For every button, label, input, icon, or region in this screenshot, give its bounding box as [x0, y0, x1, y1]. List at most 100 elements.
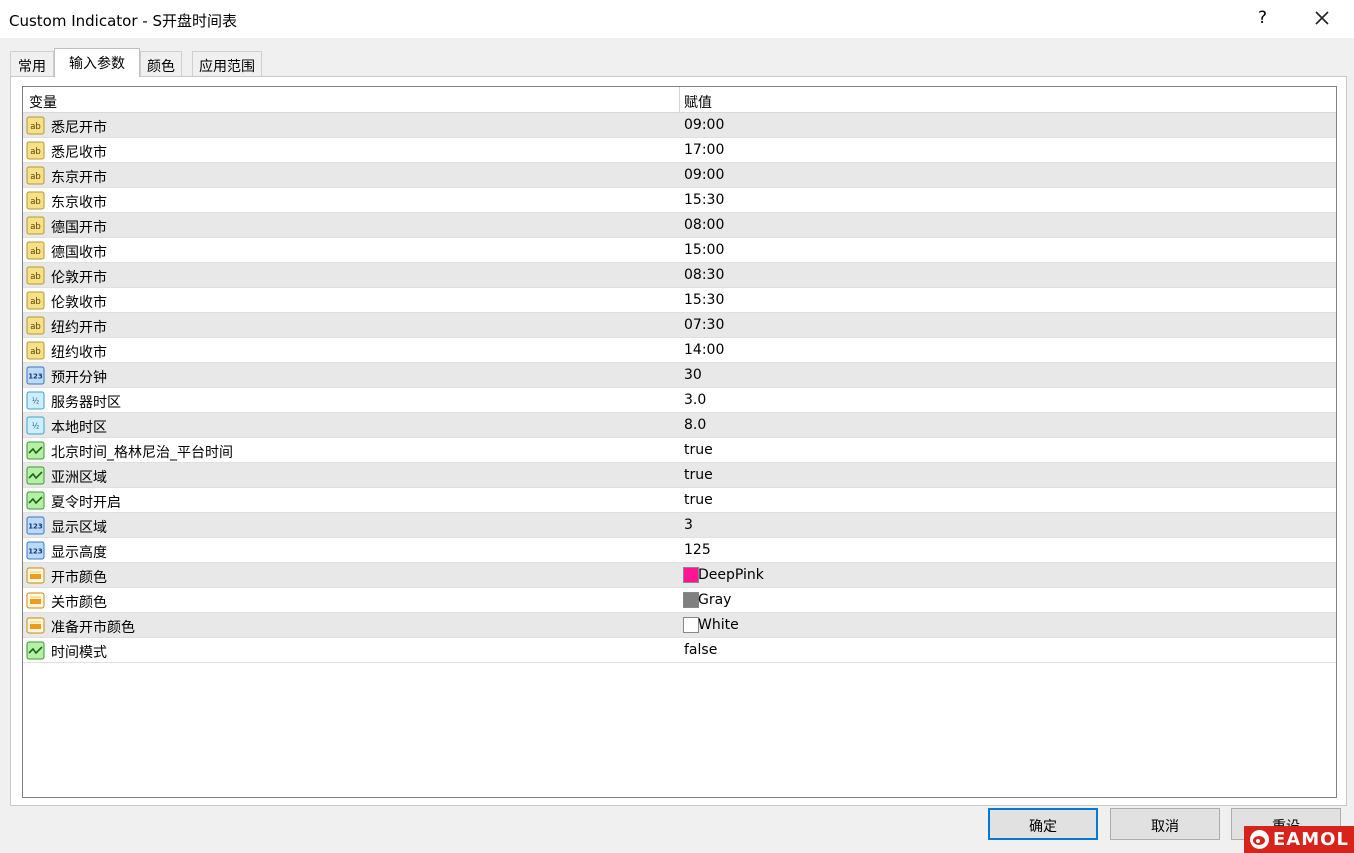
weibo-icon — [1250, 830, 1269, 849]
tab-colors[interactable]: 颜色 — [140, 51, 182, 76]
variable-name: 夏令时开启 — [51, 495, 121, 511]
color-swatch[interactable] — [683, 592, 699, 608]
variable-value[interactable]: true — [684, 442, 713, 458]
bool-type-icon — [26, 641, 45, 660]
color-swatch[interactable] — [683, 567, 699, 583]
variable-value[interactable]: 08:00 — [684, 217, 724, 233]
variable-value[interactable]: 15:00 — [684, 242, 724, 258]
table-row[interactable]: ab 悉尼开市 09:00 — [23, 113, 1336, 138]
bool-type-icon — [26, 466, 45, 485]
table-row[interactable]: ab 东京开市 09:00 — [23, 163, 1336, 188]
variable-name: 伦敦收市 — [51, 295, 107, 311]
variable-value[interactable]: 08:30 — [684, 267, 724, 283]
variable-value[interactable]: false — [684, 642, 717, 658]
eamol-watermark: EAMOL — [1244, 826, 1354, 853]
table-row[interactable]: ab 德国收市 15:00 — [23, 238, 1336, 263]
svg-text:123: 123 — [28, 523, 43, 531]
table-row[interactable]: ab 纽约收市 14:00 — [23, 338, 1336, 363]
variable-value[interactable]: 14:00 — [684, 342, 724, 358]
variable-value[interactable]: 30 — [684, 367, 702, 383]
table-row[interactable]: 123 显示高度 125 — [23, 538, 1336, 563]
tab-visualization[interactable]: 应用范围 — [192, 51, 262, 76]
column-header-variable[interactable]: 变量 — [29, 92, 57, 112]
table-row[interactable]: 准备开市颜色 White — [23, 613, 1336, 638]
integer-type-icon: 123 — [26, 541, 45, 560]
table-row[interactable]: 开市颜色 DeepPink — [23, 563, 1336, 588]
svg-text:ab: ab — [30, 272, 41, 282]
variable-value[interactable]: 17:00 — [684, 142, 724, 158]
variable-value[interactable]: true — [684, 492, 713, 508]
close-icon[interactable] — [1310, 6, 1334, 30]
window-title: Custom Indicator - S开盘时间表 — [9, 12, 237, 30]
bool-type-icon — [26, 441, 45, 460]
string-type-icon: ab — [26, 116, 45, 135]
tab-general[interactable]: 常用 — [10, 51, 54, 76]
table-row[interactable]: ab 伦敦收市 15:30 — [23, 288, 1336, 313]
variable-name: 纽约收市 — [51, 345, 107, 361]
variable-name: 关市颜色 — [51, 595, 107, 611]
variable-name: 东京收市 — [51, 195, 107, 211]
svg-text:ab: ab — [30, 122, 41, 132]
variable-name: 时间模式 — [51, 645, 107, 661]
variable-value[interactable]: true — [684, 467, 713, 483]
table-row[interactable]: ab 伦敦开市 08:30 — [23, 263, 1336, 288]
table-row[interactable]: 北京时间_格林尼治_平台时间 true — [23, 438, 1336, 463]
svg-text:ab: ab — [30, 347, 41, 357]
variable-value[interactable]: 3 — [684, 517, 693, 533]
variable-name: 预开分钟 — [51, 370, 107, 386]
column-header-value[interactable]: 赋值 — [684, 92, 712, 112]
string-type-icon: ab — [26, 191, 45, 210]
watermark-text: EAMOL — [1273, 829, 1349, 850]
variable-name: 显示区域 — [51, 520, 107, 536]
variable-value[interactable]: White — [698, 617, 739, 633]
table-row[interactable]: 夏令时开启 true — [23, 488, 1336, 513]
string-type-icon: ab — [26, 341, 45, 360]
variable-value[interactable]: Gray — [698, 592, 731, 608]
variable-value[interactable]: 3.0 — [684, 392, 706, 408]
variable-value[interactable]: 15:30 — [684, 292, 724, 308]
svg-text:ab: ab — [30, 197, 41, 207]
variable-value[interactable]: 07:30 — [684, 317, 724, 333]
table-row[interactable]: ½ 本地时区 8.0 — [23, 413, 1336, 438]
variable-value[interactable]: 8.0 — [684, 417, 706, 433]
variable-name: 显示高度 — [51, 545, 107, 561]
tab-inputs[interactable]: 输入参数 — [54, 48, 140, 77]
double-type-icon: ½ — [26, 416, 45, 435]
table-row[interactable]: 123 显示区域 3 — [23, 513, 1336, 538]
svg-text:ab: ab — [30, 297, 41, 307]
table-row[interactable]: ab 东京收市 15:30 — [23, 188, 1336, 213]
inputs-grid: 变量 赋值 ab 悉尼开市 09:00 ab 悉尼收市 17:00 ab 东京开市 09:00 a… — [22, 86, 1337, 798]
variable-value[interactable]: 09:00 — [684, 167, 724, 183]
integer-type-icon: 123 — [26, 516, 45, 535]
tab-label: 颜色 — [147, 59, 175, 75]
table-row[interactable]: 时间模式 false — [23, 638, 1336, 663]
string-type-icon: ab — [26, 166, 45, 185]
cancel-button[interactable]: 取消 — [1110, 808, 1220, 840]
help-button[interactable]: ? — [1258, 8, 1267, 28]
variable-value[interactable]: 125 — [684, 542, 711, 558]
table-row[interactable]: 关市颜色 Gray — [23, 588, 1336, 613]
string-type-icon: ab — [26, 141, 45, 160]
variable-value[interactable]: DeepPink — [698, 567, 764, 583]
svg-text:123: 123 — [28, 548, 43, 556]
ok-button[interactable]: 确定 — [988, 808, 1098, 840]
variable-name: 北京时间_格林尼治_平台时间 — [51, 445, 233, 461]
color-swatch[interactable] — [683, 617, 699, 633]
variable-name: 准备开市颜色 — [51, 620, 135, 636]
double-type-icon: ½ — [26, 391, 45, 410]
table-row[interactable]: ab 德国开市 08:00 — [23, 213, 1336, 238]
table-row[interactable]: ½ 服务器时区 3.0 — [23, 388, 1336, 413]
table-row[interactable]: 亚洲区域 true — [23, 463, 1336, 488]
string-type-icon: ab — [26, 216, 45, 235]
svg-text:ab: ab — [30, 247, 41, 257]
tab-label: 输入参数 — [69, 56, 125, 72]
svg-text:ab: ab — [30, 172, 41, 182]
table-row[interactable]: 123 预开分钟 30 — [23, 363, 1336, 388]
variable-name: 亚洲区域 — [51, 470, 107, 486]
svg-text:ab: ab — [30, 222, 41, 232]
variable-value[interactable]: 15:30 — [684, 192, 724, 208]
variable-value[interactable]: 09:00 — [684, 117, 724, 133]
bool-type-icon — [26, 491, 45, 510]
table-row[interactable]: ab 纽约开市 07:30 — [23, 313, 1336, 338]
table-row[interactable]: ab 悉尼收市 17:00 — [23, 138, 1336, 163]
